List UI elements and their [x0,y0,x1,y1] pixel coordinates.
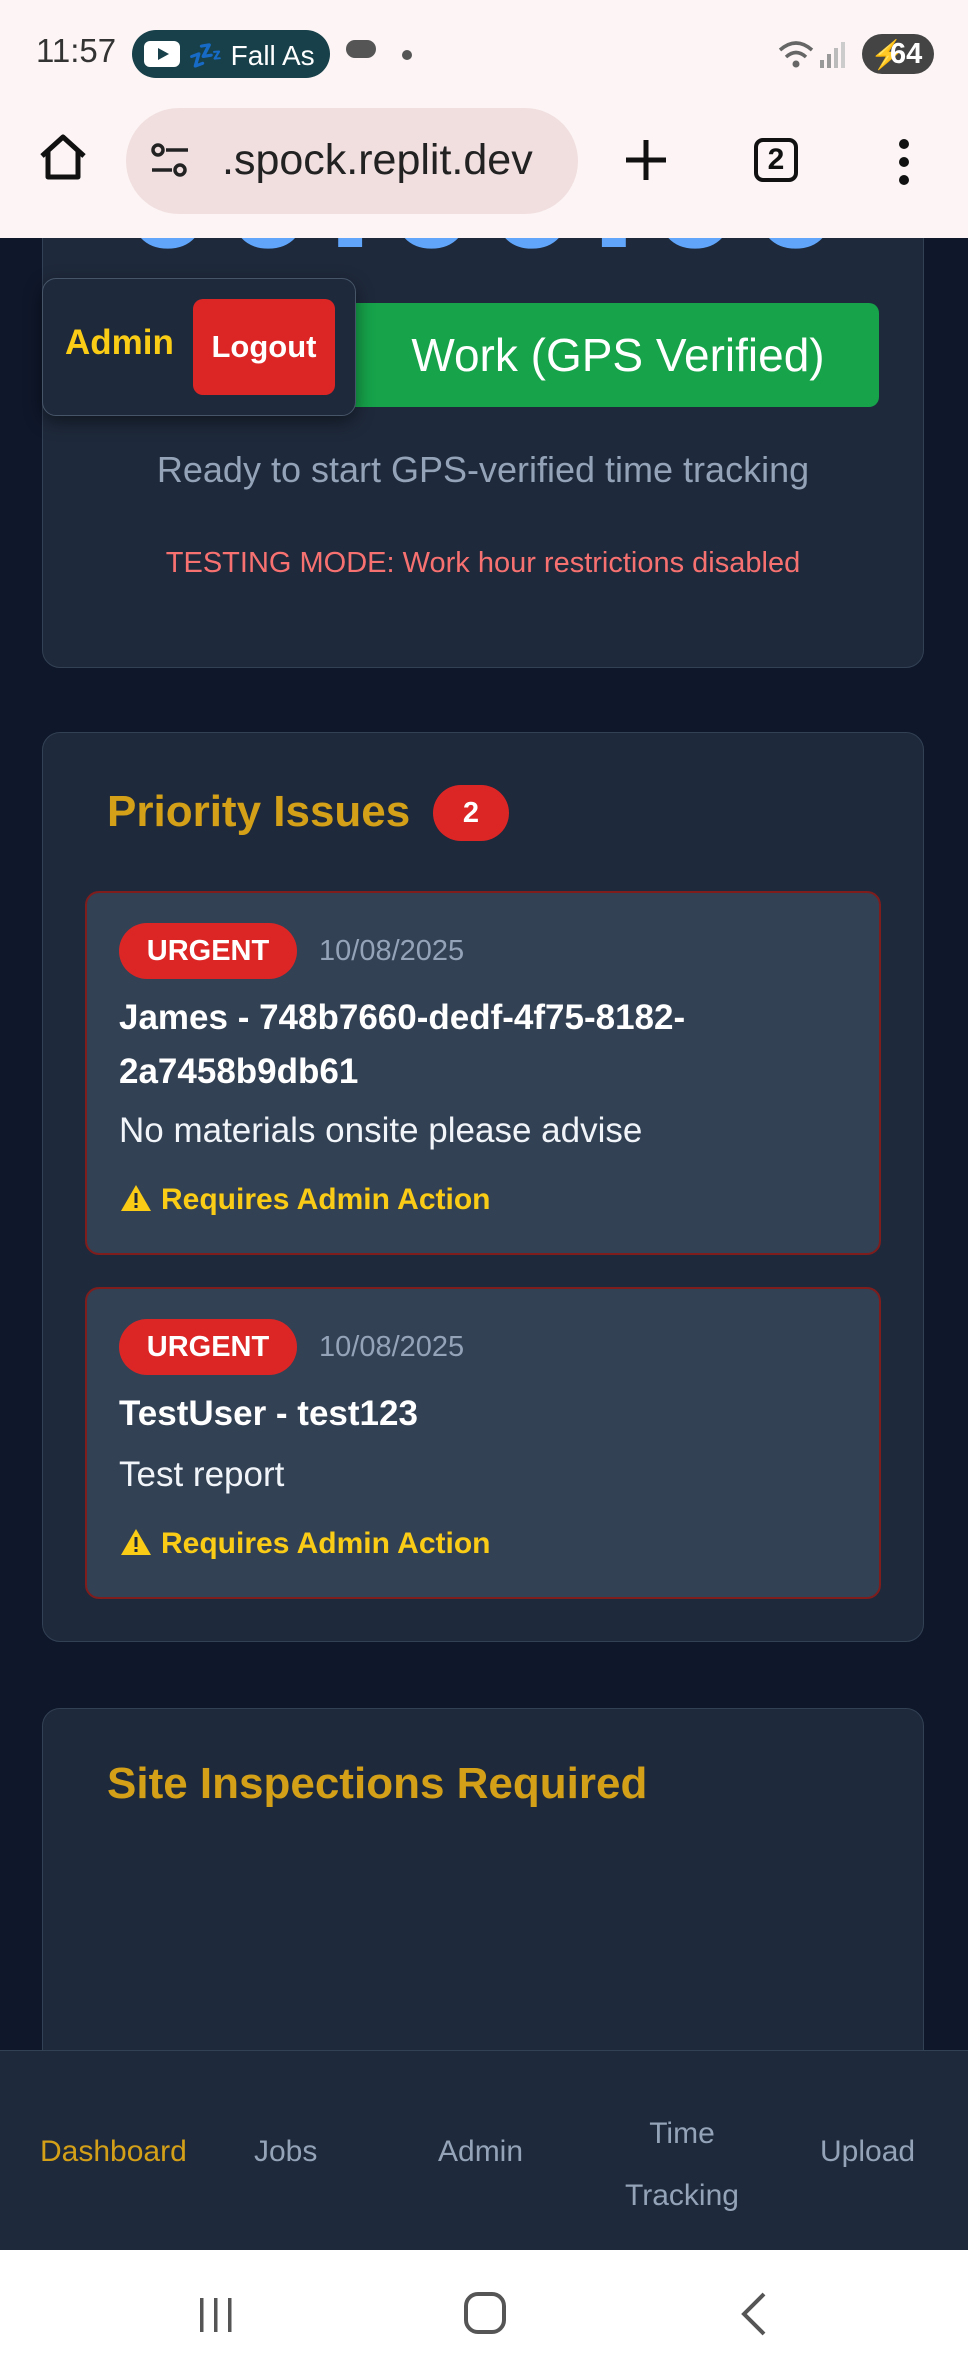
testing-mode-notice: TESTING MODE: Work hour restrictions dis… [165,547,801,579]
wifi-icon [778,41,814,68]
ready-status-text: Ready to start GPS-verified time trackin… [156,449,810,490]
warning-icon [121,1185,151,1211]
bottom-navigation: Dashboard Jobs Admin Time Tracking Uploa… [0,2050,968,2251]
home-icon[interactable] [36,130,90,184]
tabs-icon[interactable]: 2 [754,138,798,182]
address-bar[interactable]: .spock.replit.dev [126,108,578,214]
issue-date: 10/08/2025 [319,1331,465,1363]
nav-upload[interactable]: Upload [820,2135,915,2169]
priority-issues-card: Priority Issues 2 URGENT 10/08/2025 Jame… [42,732,924,1642]
user-menu: Admin Logout [42,278,356,416]
issue-description: No materials onsite please advise [119,1111,643,1150]
admin-action-label: Requires Admin Action [161,1527,491,1560]
admin-action-label: Requires Admin Action [161,1183,491,1216]
notification-dot-icon [402,50,412,60]
status-bar: 11:57 💤 Fall As ⚡ 64 [0,0,968,108]
new-tab-icon[interactable] [618,132,674,188]
site-inspections-card: Site Inspections Required [42,1708,924,2050]
issue-title: TestUser - test123 [119,1394,418,1433]
media-pill-text: 💤 Fall As [188,40,315,71]
recents-icon[interactable] [196,2294,236,2334]
issue-card[interactable]: URGENT 10/08/2025 James - 748b7660-dedf-… [85,891,881,1255]
nav-time-tracking[interactable]: Time Tracking [616,2103,748,2227]
media-pill[interactable]: 💤 Fall As [132,30,330,78]
browser-toolbar: .spock.replit.dev 2 [0,108,968,239]
url-text: .spock.replit.dev [222,136,533,184]
priority-issues-title: Priority Issues [107,787,411,836]
issue-count-badge: 2 [433,785,509,841]
urgent-badge: URGENT [119,923,297,979]
site-settings-icon[interactable] [148,138,192,182]
issue-title: James - 748b7660-dedf-4f75-8182-2a7458b9… [119,998,686,1091]
signal-icon [820,42,845,68]
admin-role-label: Admin [65,323,174,362]
system-navigation-bar [0,2250,968,2376]
site-inspections-title: Site Inspections Required [107,1759,648,1808]
logout-button[interactable]: Logout [193,299,335,395]
back-icon[interactable] [738,2290,768,2338]
battery-indicator: ⚡ 64 [862,34,934,74]
page-content: 00:00:00 Work (GPS Verified) Ready to st… [0,238,968,2050]
admin-action-notice: Requires Admin Action [119,1183,490,1217]
warning-icon [121,1529,151,1555]
status-time: 11:57 [36,32,117,69]
more-menu-icon[interactable] [896,136,912,188]
nav-dashboard[interactable]: Dashboard [40,2135,187,2169]
nav-jobs[interactable]: Jobs [254,2135,317,2169]
urgent-badge: URGENT [119,1319,297,1375]
battery-level: 64 [890,38,923,70]
admin-action-notice: Requires Admin Action [119,1527,490,1561]
youtube-icon [144,41,180,67]
issue-date: 10/08/2025 [319,935,465,967]
issue-card[interactable]: URGENT 10/08/2025 TestUser - test123 Tes… [85,1287,881,1599]
cloud-icon [346,40,376,58]
issue-description: Test report [119,1455,285,1494]
nav-admin[interactable]: Admin [438,2135,523,2169]
home-button-icon[interactable] [464,2292,506,2334]
